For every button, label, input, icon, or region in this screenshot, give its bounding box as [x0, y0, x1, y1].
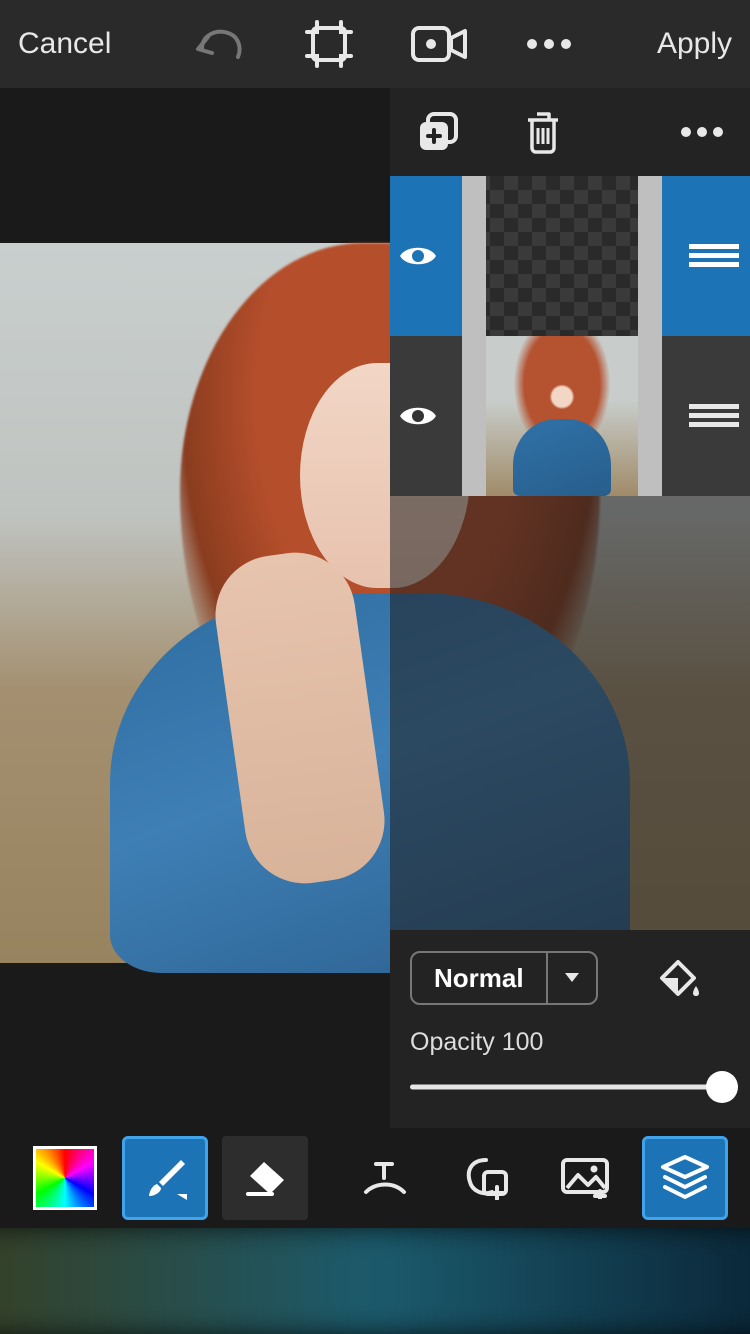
layers-icon: [659, 1155, 711, 1201]
layer-thumbnail-transparent: [462, 176, 662, 336]
more-button[interactable]: [519, 14, 579, 74]
cancel-button[interactable]: Cancel: [18, 27, 111, 61]
brush-tool-button[interactable]: [122, 1136, 208, 1220]
paint-bucket-icon: [654, 956, 702, 1000]
drag-handle-icon: [689, 404, 739, 428]
color-picker-button[interactable]: [22, 1136, 108, 1220]
record-button[interactable]: [409, 14, 469, 74]
app-root: Cancel: [0, 0, 750, 1334]
layer-visibility-toggle[interactable]: [390, 176, 446, 336]
text-path-icon: [362, 1158, 408, 1198]
add-layer-button[interactable]: [412, 102, 463, 162]
layer-row[interactable]: [390, 176, 750, 336]
layer-row[interactable]: [390, 336, 750, 496]
opacity-label: Opacity 100: [410, 1028, 730, 1057]
layers-panel-toolbar: [390, 88, 750, 176]
image-tool-button[interactable]: [542, 1136, 628, 1220]
shape-tool-button[interactable]: [442, 1136, 528, 1220]
opacity-slider-thumb[interactable]: [706, 1071, 738, 1103]
opacity-slider[interactable]: [410, 1069, 730, 1105]
eraser-icon: [242, 1158, 288, 1198]
color-swatch-icon: [33, 1146, 97, 1210]
layer-visibility-toggle[interactable]: [390, 336, 446, 496]
brush-icon: [141, 1154, 189, 1202]
eye-icon: [398, 243, 438, 269]
blend-row: Normal: [410, 948, 730, 1008]
undo-button[interactable]: [189, 14, 249, 74]
layer-thumbnail: [446, 176, 678, 336]
blend-mode-label: Normal: [412, 953, 548, 1003]
eraser-tool-button[interactable]: [222, 1136, 308, 1220]
top-toolbar: Cancel: [0, 0, 750, 88]
blend-panel: Normal Opacity 100: [390, 930, 750, 1128]
delete-layer-button[interactable]: [517, 102, 568, 162]
opacity-slider-track: [410, 1085, 730, 1090]
layer-drag-handle[interactable]: [678, 176, 750, 336]
more-icon: [525, 37, 573, 51]
crop-button[interactable]: [299, 14, 359, 74]
top-toolbar-center: [189, 14, 579, 74]
layers-panel: [390, 88, 750, 496]
thumbnail-strip[interactable]: [0, 1228, 750, 1334]
layers-tool-button[interactable]: [642, 1136, 728, 1220]
fill-button[interactable]: [648, 948, 708, 1008]
top-toolbar-right: Apply: [657, 27, 732, 61]
bottom-toolbar: [0, 1128, 750, 1228]
top-toolbar-left: Cancel: [18, 27, 111, 61]
camera-icon: [411, 24, 467, 64]
drag-handle-icon: [689, 244, 739, 268]
crop-icon: [304, 19, 354, 69]
blend-mode-caret: [548, 972, 596, 984]
add-shape-icon: [462, 1156, 508, 1200]
add-image-icon: [560, 1157, 610, 1199]
undo-icon: [194, 23, 244, 65]
layers-more-button[interactable]: [677, 102, 728, 162]
layer-drag-handle[interactable]: [678, 336, 750, 496]
thumbnail-strip-content: [0, 1228, 750, 1334]
blend-mode-select[interactable]: Normal: [410, 951, 598, 1005]
eye-icon: [398, 403, 438, 429]
trash-icon: [524, 110, 562, 154]
layer-thumbnail-photo: [462, 336, 662, 496]
more-icon: [680, 126, 724, 138]
chevron-down-icon: [564, 972, 580, 984]
text-tool-button[interactable]: [342, 1136, 428, 1220]
add-layer-icon: [416, 110, 460, 154]
layer-thumbnail: [446, 336, 678, 496]
apply-button[interactable]: Apply: [657, 27, 732, 61]
